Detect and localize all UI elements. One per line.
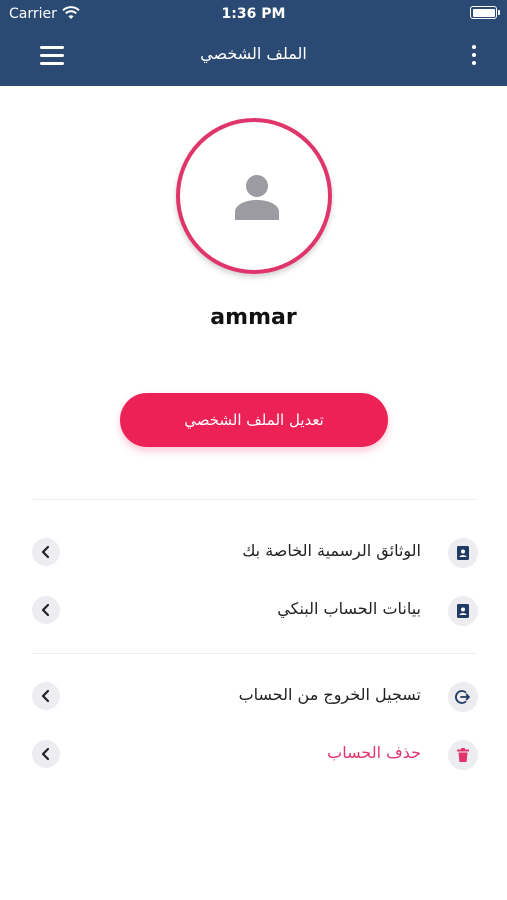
contact-card-icon (448, 596, 478, 626)
chevron-left-icon (32, 538, 60, 566)
menu-item-label: تسجيل الخروج من الحساب (238, 685, 421, 704)
divider (33, 653, 477, 654)
menu-item-label: بيانات الحساب البنكي (277, 599, 421, 618)
app-header: Carrier 1:36 PM الملف الشخصي (0, 0, 507, 86)
menu-item-label: حذف الحساب (327, 743, 421, 762)
more-options-button[interactable] (469, 44, 479, 68)
avatar[interactable] (176, 118, 332, 274)
battery-icon (470, 6, 500, 19)
username: ammar (210, 305, 297, 330)
divider (33, 499, 477, 500)
trash-icon (448, 740, 478, 770)
person-icon (235, 175, 279, 220)
page-title: الملف الشخصي (200, 44, 307, 63)
menu-item-label: الوثائق الرسمية الخاصة بك (242, 541, 421, 560)
menu-item-bank-account[interactable]: بيانات الحساب البنكي (30, 592, 478, 628)
logout-icon (448, 682, 478, 712)
edit-profile-button[interactable]: تعديل الملف الشخصي (120, 393, 388, 447)
status-bar: Carrier 1:36 PM (0, 0, 507, 30)
status-time: 1:36 PM (221, 6, 286, 22)
chevron-left-icon (32, 596, 60, 624)
menu-item-logout[interactable]: تسجيل الخروج من الحساب (30, 678, 478, 714)
contact-card-icon (448, 538, 478, 568)
chevron-left-icon (32, 682, 60, 710)
menu-item-delete-account[interactable]: حذف الحساب (30, 736, 478, 772)
menu-item-documents[interactable]: الوثائق الرسمية الخاصة بك (30, 534, 478, 570)
chevron-left-icon (32, 740, 60, 768)
